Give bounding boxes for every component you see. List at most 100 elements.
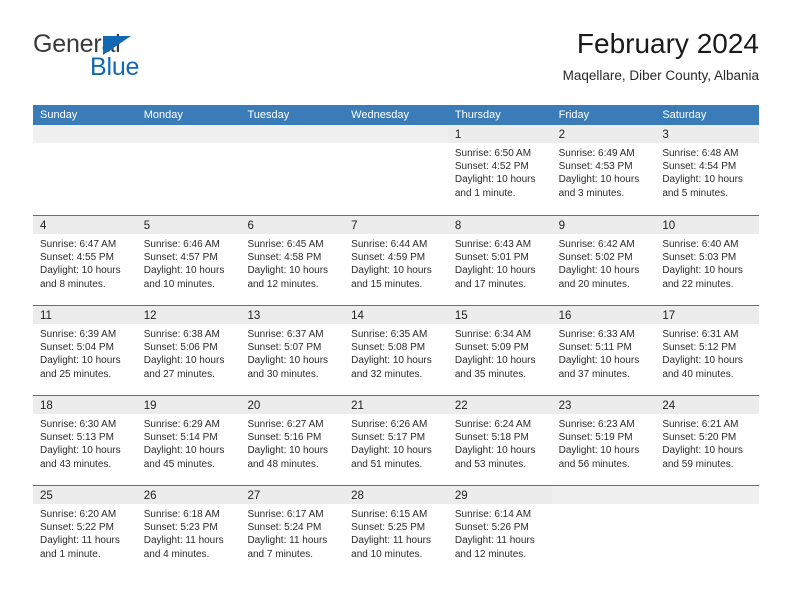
sunset-text: Sunset: 5:17 PM: [351, 432, 426, 444]
day-cell[interactable]: 22 Sunrise: 6:24 AM Sunset: 5:18 PM Dayl…: [447, 396, 552, 485]
day-number-band: 27: [240, 486, 345, 504]
sunset-text: Sunset: 5:24 PM: [247, 522, 322, 534]
day-number-band: 12: [136, 306, 241, 324]
day-cell[interactable]: 9 Sunrise: 6:42 AM Sunset: 5:02 PM Dayli…: [551, 216, 656, 305]
sunset-text: Sunset: 5:12 PM: [662, 342, 737, 354]
day-number: 28: [351, 490, 364, 502]
sunrise-text: Sunrise: 6:49 AM: [558, 148, 635, 159]
day-number-band: 28: [344, 486, 448, 504]
day-cell[interactable]: 8 Sunrise: 6:43 AM Sunset: 5:01 PM Dayli…: [447, 216, 552, 305]
sunrise-text: Sunrise: 6:26 AM: [351, 419, 428, 430]
daylight-text-line1: Daylight: 11 hours: [40, 535, 120, 547]
sunset-text: Sunset: 5:22 PM: [40, 522, 114, 534]
daylight-text-line2: and 3 minutes.: [558, 187, 625, 199]
day-cell[interactable]: 13 Sunrise: 6:37 AM Sunset: 5:07 PM Dayl…: [240, 306, 345, 395]
day-cell[interactable]: [33, 125, 137, 215]
day-number-band: 20: [240, 396, 345, 414]
day-cell[interactable]: 5 Sunrise: 6:46 AM Sunset: 4:57 PM Dayli…: [136, 216, 241, 305]
sunset-text: Sunset: 4:54 PM: [662, 161, 737, 173]
day-cell[interactable]: 27 Sunrise: 6:17 AM Sunset: 5:24 PM Dayl…: [240, 486, 345, 575]
day-cell[interactable]: 14 Sunrise: 6:35 AM Sunset: 5:08 PM Dayl…: [344, 306, 448, 395]
day-info: Sunrise: 6:40 AM Sunset: 5:03 PM Dayligh…: [655, 234, 759, 291]
day-cell[interactable]: 6 Sunrise: 6:45 AM Sunset: 4:58 PM Dayli…: [240, 216, 345, 305]
day-cell[interactable]: 17 Sunrise: 6:31 AM Sunset: 5:12 PM Dayl…: [655, 306, 760, 395]
daylight-text-line1: Daylight: 11 hours: [247, 535, 328, 547]
day-cell[interactable]: 29 Sunrise: 6:14 AM Sunset: 5:26 PM Dayl…: [447, 486, 552, 575]
day-cell[interactable]: 10 Sunrise: 6:40 AM Sunset: 5:03 PM Dayl…: [655, 216, 760, 305]
daylight-text-line1: Daylight: 10 hours: [351, 265, 432, 277]
sunset-text: Sunset: 5:19 PM: [558, 432, 633, 444]
day-number: 9: [558, 220, 565, 232]
day-cell[interactable]: 12 Sunrise: 6:38 AM Sunset: 5:06 PM Dayl…: [136, 306, 241, 395]
day-info: Sunrise: 6:47 AM Sunset: 4:55 PM Dayligh…: [33, 234, 137, 291]
sunrise-text: Sunrise: 6:18 AM: [143, 509, 220, 520]
day-cell[interactable]: 28 Sunrise: 6:15 AM Sunset: 5:25 PM Dayl…: [344, 486, 448, 575]
day-cell[interactable]: 18 Sunrise: 6:30 AM Sunset: 5:13 PM Dayl…: [33, 396, 137, 485]
sunset-text: Sunset: 4:57 PM: [143, 252, 218, 264]
day-info: Sunrise: 6:35 AM Sunset: 5:08 PM Dayligh…: [344, 324, 448, 381]
day-number: 27: [247, 490, 261, 502]
daylight-text-line2: and 27 minutes.: [143, 368, 215, 380]
daylight-text-line1: Daylight: 11 hours: [454, 535, 535, 547]
day-cell[interactable]: 19 Sunrise: 6:29 AM Sunset: 5:14 PM Dayl…: [136, 396, 241, 485]
day-cell[interactable]: [655, 486, 760, 575]
weekday-header-thursday: Thursday: [454, 109, 501, 121]
daylight-text-line1: Daylight: 10 hours: [247, 445, 329, 457]
sunrise-text: Sunrise: 6:33 AM: [558, 329, 635, 340]
daylight-text-line1: Daylight: 10 hours: [662, 355, 743, 367]
day-number: 17: [662, 310, 676, 322]
day-number: 2: [558, 129, 565, 141]
day-number-band: 14: [344, 306, 448, 324]
daylight-text-line1: Daylight: 10 hours: [247, 265, 329, 277]
day-number: 22: [454, 400, 468, 412]
day-cell[interactable]: 7 Sunrise: 6:44 AM Sunset: 4:59 PM Dayli…: [344, 216, 448, 305]
sunrise-text: Sunrise: 6:46 AM: [143, 239, 220, 250]
daylight-text-line2: and 56 minutes.: [558, 458, 630, 470]
daylight-text-line1: Daylight: 10 hours: [558, 355, 640, 367]
daylight-text-line1: Daylight: 10 hours: [662, 445, 743, 457]
day-cell[interactable]: [136, 125, 241, 215]
day-number: 16: [558, 310, 572, 322]
day-cell[interactable]: 1 Sunrise: 6:50 AM Sunset: 4:52 PM Dayli…: [447, 125, 552, 215]
day-cell[interactable]: 4 Sunrise: 6:47 AM Sunset: 4:55 PM Dayli…: [33, 216, 137, 305]
day-number: 12: [143, 310, 157, 322]
day-cell[interactable]: 24 Sunrise: 6:21 AM Sunset: 5:20 PM Dayl…: [655, 396, 760, 485]
sunset-text: Sunset: 5:08 PM: [351, 342, 426, 354]
sunrise-text: Sunrise: 6:15 AM: [351, 509, 428, 520]
sunrise-text: Sunrise: 6:20 AM: [40, 509, 117, 520]
day-number-band: 22: [447, 396, 552, 414]
day-cell[interactable]: 16 Sunrise: 6:33 AM Sunset: 5:11 PM Dayl…: [551, 306, 656, 395]
day-number: 29: [454, 490, 468, 502]
day-info: [344, 143, 448, 147]
day-cell[interactable]: [551, 486, 656, 575]
sunrise-text: Sunrise: 6:38 AM: [143, 329, 220, 340]
day-cell[interactable]: 23 Sunrise: 6:23 AM Sunset: 5:19 PM Dayl…: [551, 396, 656, 485]
day-number: 24: [662, 400, 676, 412]
daylight-text-line2: and 25 minutes.: [40, 368, 112, 380]
day-cell[interactable]: [344, 125, 448, 215]
day-cell[interactable]: 3 Sunrise: 6:48 AM Sunset: 4:54 PM Dayli…: [655, 125, 760, 215]
logo-text-blue: Blue: [90, 53, 140, 81]
day-cell[interactable]: [240, 125, 345, 215]
day-cell[interactable]: 26 Sunrise: 6:18 AM Sunset: 5:23 PM Dayl…: [136, 486, 241, 575]
day-cell[interactable]: 21 Sunrise: 6:26 AM Sunset: 5:17 PM Dayl…: [344, 396, 448, 485]
weekday-header-monday: Monday: [143, 109, 183, 121]
day-cell[interactable]: 20 Sunrise: 6:27 AM Sunset: 5:16 PM Dayl…: [240, 396, 345, 485]
day-number-band: 8: [447, 216, 552, 234]
day-cell[interactable]: 15 Sunrise: 6:34 AM Sunset: 5:09 PM Dayl…: [447, 306, 552, 395]
day-cell[interactable]: 2 Sunrise: 6:49 AM Sunset: 4:53 PM Dayli…: [551, 125, 656, 215]
day-cell[interactable]: 11 Sunrise: 6:39 AM Sunset: 5:04 PM Dayl…: [33, 306, 137, 395]
day-number-band: 13: [240, 306, 345, 324]
daylight-text-line1: Daylight: 10 hours: [40, 355, 121, 367]
calendar-week-row: 4 Sunrise: 6:47 AM Sunset: 4:55 PM Dayli…: [33, 215, 760, 305]
sunrise-text: Sunrise: 6:43 AM: [454, 239, 532, 250]
day-number: 4: [40, 220, 47, 232]
day-cell[interactable]: 25 Sunrise: 6:20 AM Sunset: 5:22 PM Dayl…: [33, 486, 137, 575]
day-number-band: 11: [33, 306, 137, 324]
weekday-header-saturday: Saturday: [662, 109, 707, 121]
day-info: Sunrise: 6:43 AM Sunset: 5:01 PM Dayligh…: [448, 234, 552, 291]
daylight-text-line1: Daylight: 11 hours: [351, 535, 432, 547]
general-blue-logo[interactable]: General Blue: [33, 32, 233, 94]
sunrise-text: Sunrise: 6:39 AM: [40, 329, 117, 340]
weekday-header-friday: Friday: [558, 109, 590, 121]
